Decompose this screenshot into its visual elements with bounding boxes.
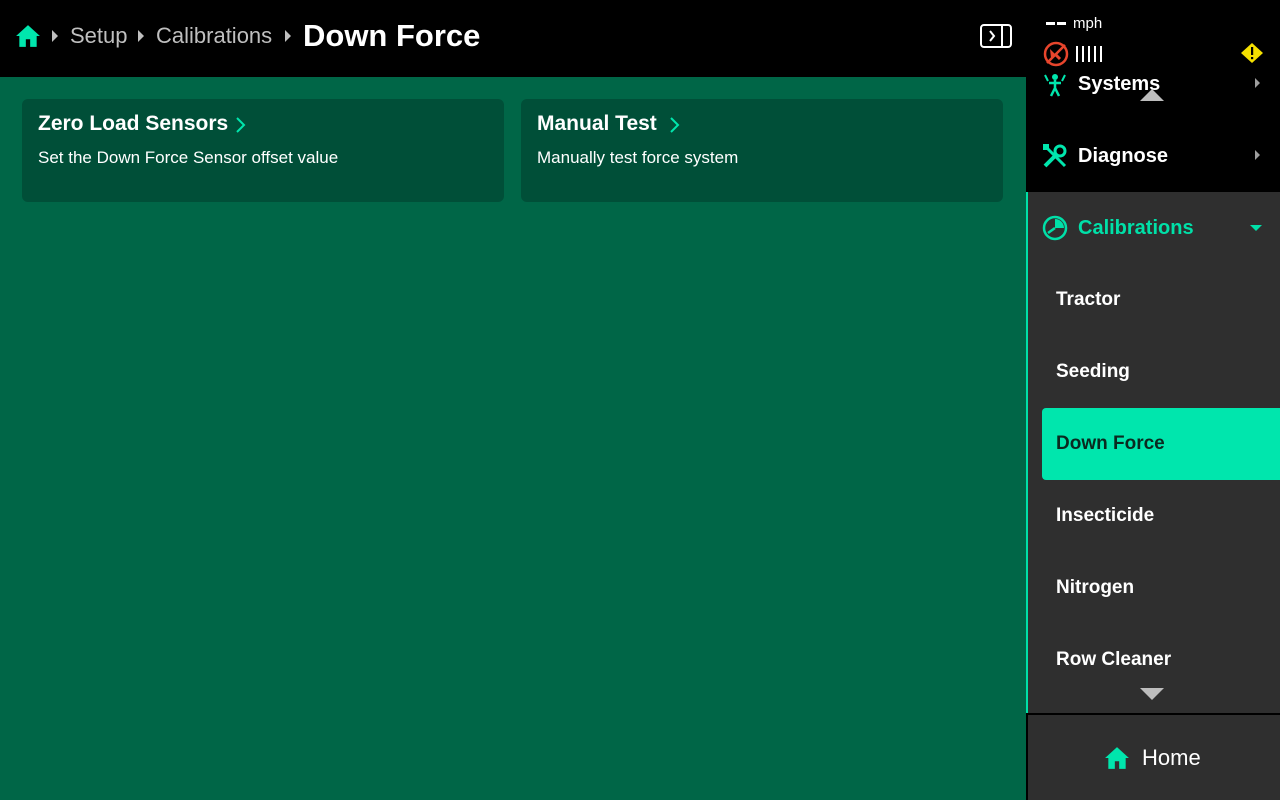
zero-load-sensors-card[interactable]: Zero Load Sensors Set the Down Force Sen… bbox=[22, 99, 504, 202]
speed-value bbox=[1046, 22, 1066, 26]
sidebar-subitem-down-force[interactable]: Down Force bbox=[1042, 408, 1280, 480]
subitem-label: Nitrogen bbox=[1056, 577, 1135, 598]
subitem-label: Tractor bbox=[1056, 289, 1121, 310]
breadcrumb-separator-icon bbox=[52, 30, 58, 42]
chevron-right-icon bbox=[236, 117, 246, 133]
caret-right-icon bbox=[1255, 78, 1260, 88]
sidebar-item-label: Calibrations bbox=[1078, 217, 1194, 239]
sidebar-subitem-tractor[interactable]: Tractor bbox=[1042, 264, 1280, 336]
breadcrumb-separator-icon bbox=[138, 30, 144, 42]
home-icon[interactable] bbox=[15, 23, 41, 49]
card-title: Zero Load Sensors bbox=[38, 112, 229, 135]
sidebar-subitem-seeding[interactable]: Seeding bbox=[1042, 336, 1280, 408]
sidebar-item-label: Diagnose bbox=[1078, 145, 1169, 167]
chevron-right-icon bbox=[670, 117, 680, 133]
breadcrumb-setup[interactable]: Setup bbox=[70, 22, 128, 50]
sidebar-item-systems[interactable]: Systems bbox=[1026, 48, 1280, 120]
subitem-label: Down Force bbox=[1056, 433, 1165, 454]
breadcrumb-calibrations[interactable]: Calibrations bbox=[156, 22, 272, 50]
card-title: Manual Test bbox=[537, 112, 657, 135]
subitem-label: Seeding bbox=[1056, 361, 1130, 382]
systems-icon bbox=[1044, 74, 1066, 97]
caret-right-icon bbox=[1255, 150, 1260, 160]
main-content: Zero Load Sensors Set the Down Force Sen… bbox=[0, 77, 1026, 800]
manual-test-card[interactable]: Manual Test Manually test force system bbox=[521, 99, 1003, 202]
breadcrumb-separator-icon bbox=[285, 30, 291, 42]
card-description: Manually test force system bbox=[537, 148, 739, 167]
home-button-label: Home bbox=[1142, 745, 1201, 770]
speed-unit: mph bbox=[1073, 15, 1103, 32]
card-description: Set the Down Force Sensor offset value bbox=[38, 148, 339, 167]
top-header: Setup Calibrations Down Force bbox=[0, 0, 1026, 77]
sidebar-subitem-row-cleaner[interactable]: Row Cleaner bbox=[1042, 624, 1280, 696]
sidebar-item-diagnose[interactable]: Diagnose bbox=[1026, 120, 1280, 192]
home-icon bbox=[1105, 747, 1129, 769]
subitem-label: Insecticide bbox=[1056, 505, 1155, 526]
calibrations-section: Calibrations Tractor Seeding Down Force … bbox=[1026, 192, 1280, 713]
sidebar-item-calibrations[interactable]: Calibrations bbox=[1028, 192, 1280, 264]
caret-down-icon bbox=[1250, 225, 1262, 231]
scroll-up-icon[interactable] bbox=[1140, 89, 1164, 101]
subitem-label: Row Cleaner bbox=[1056, 649, 1172, 670]
sidebar-subitem-insecticide[interactable]: Insecticide bbox=[1042, 480, 1280, 552]
panel-toggle-icon[interactable] bbox=[980, 24, 1012, 48]
sidebar-subitem-nitrogen[interactable]: Nitrogen bbox=[1042, 552, 1280, 624]
home-button[interactable]: Home bbox=[1028, 715, 1280, 800]
scroll-down-icon[interactable] bbox=[1140, 688, 1164, 700]
gauge-icon bbox=[1042, 215, 1068, 241]
wrench-icon bbox=[1043, 144, 1067, 168]
page-title: Down Force bbox=[303, 18, 481, 53]
